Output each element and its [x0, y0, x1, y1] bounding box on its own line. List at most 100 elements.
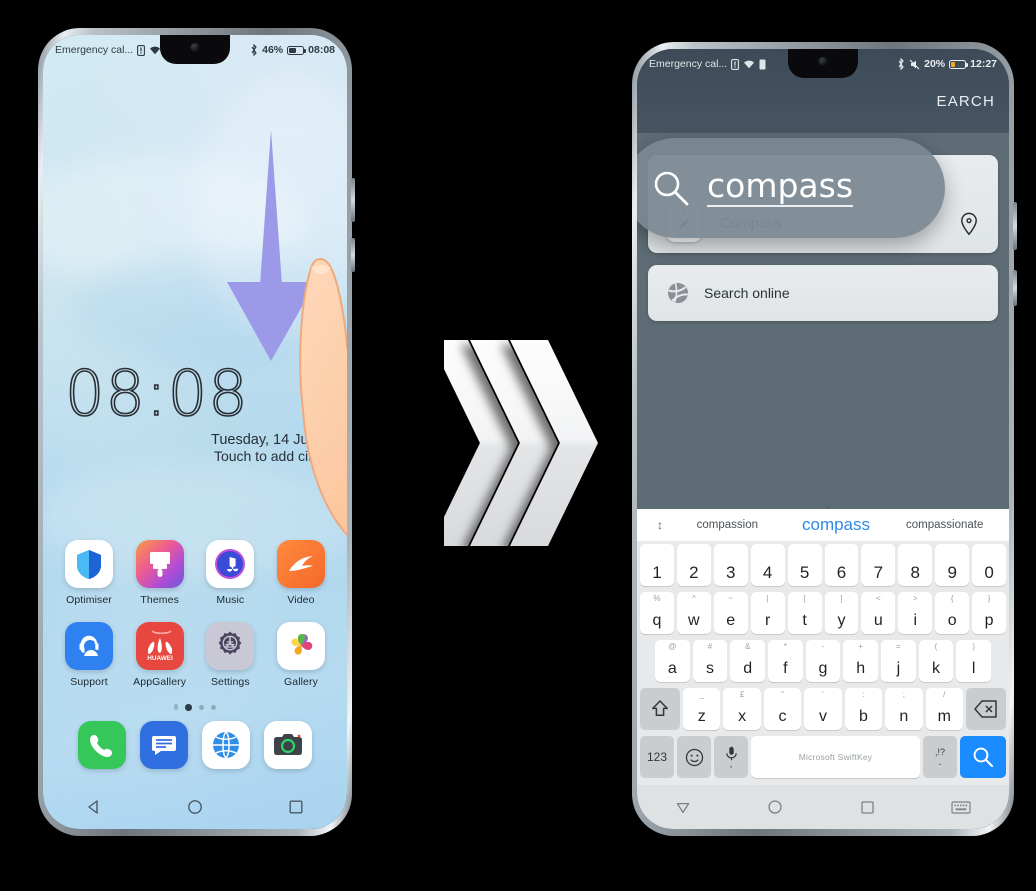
- dock-messages[interactable]: [133, 720, 195, 775]
- left-nav-bar: [43, 785, 347, 829]
- app-themes[interactable]: Themes: [128, 540, 192, 606]
- key-z[interactable]: _ z: [683, 688, 721, 730]
- app-optimiser[interactable]: Optimiser: [57, 540, 121, 606]
- key-g[interactable]: -g: [805, 640, 841, 682]
- power-button[interactable]: [351, 238, 355, 272]
- key-q[interactable]: % q: [639, 592, 674, 634]
- key-l[interactable]: ) l: [956, 640, 992, 682]
- key-u[interactable]: < u: [861, 592, 896, 634]
- prediction-2[interactable]: compassionate: [890, 519, 999, 531]
- sim-icon: [137, 44, 146, 56]
- prediction-1[interactable]: compass: [782, 515, 891, 535]
- chevron-updown-icon[interactable]: ↕: [647, 518, 673, 532]
- volume-button[interactable]: [1013, 202, 1017, 250]
- key-t[interactable]: [t: [787, 592, 822, 634]
- key-s[interactable]: # s: [692, 640, 728, 682]
- back-triangle-icon[interactable]: [675, 799, 691, 815]
- key-4[interactable]: 4: [750, 544, 785, 586]
- key-secondary-label: *: [783, 642, 787, 651]
- recents-square-icon[interactable]: [860, 800, 875, 815]
- key-label: x: [738, 708, 747, 725]
- sim2-icon: [759, 59, 766, 69]
- shift-key[interactable]: [640, 688, 680, 730]
- key-a[interactable]: @ a: [654, 640, 690, 682]
- home-circle-icon[interactable]: [187, 799, 203, 815]
- dock-phone[interactable]: [71, 720, 133, 775]
- app-settings[interactable]: Settings: [198, 622, 262, 688]
- recents-square-icon[interactable]: [288, 799, 304, 815]
- key-secondary-label: ^: [691, 594, 696, 603]
- keyboard-row-bottom: 123 , Microsoft SwiftKey ,!? .: [637, 733, 1009, 781]
- key-x[interactable]: £ x: [723, 688, 761, 730]
- keyboard-row-asdf: @ a # s & d * f - g + h = j(k) l: [637, 637, 1009, 685]
- key-secondary-label: }: [987, 594, 991, 603]
- key-h[interactable]: + h: [843, 640, 879, 682]
- right-nav-bar: [637, 785, 1009, 829]
- key-label: 4: [762, 563, 773, 582]
- numeric-key[interactable]: 123: [640, 736, 674, 778]
- key-o[interactable]: {o: [935, 592, 970, 634]
- right-phone-screen[interactable]: Emergency cal... 20% 12:27 EARCH Search …: [637, 49, 1009, 829]
- app-support[interactable]: Support: [57, 622, 121, 688]
- home-circle-icon[interactable]: [767, 799, 783, 815]
- key-j[interactable]: = j: [881, 640, 916, 682]
- app-label: Optimiser: [66, 594, 112, 606]
- page-dot[interactable]: [174, 704, 179, 711]
- key-d[interactable]: & d: [730, 640, 765, 682]
- key-secondary-label: :: [862, 690, 865, 699]
- app-gallery[interactable]: Gallery: [269, 622, 333, 688]
- key-8[interactable]: 8: [898, 544, 933, 586]
- key-e[interactable]: ~ e: [713, 592, 748, 634]
- search-query-text: compass: [707, 168, 854, 208]
- page-dot[interactable]: [198, 704, 204, 710]
- backspace-key[interactable]: [966, 688, 1006, 730]
- key-7[interactable]: 7: [861, 544, 896, 586]
- back-triangle-icon[interactable]: [86, 799, 102, 815]
- key-2[interactable]: 2: [676, 544, 711, 586]
- keyboard-icon[interactable]: [951, 800, 971, 815]
- app-music[interactable]: Music: [198, 540, 262, 606]
- key-f[interactable]: * f: [768, 640, 803, 682]
- key-r[interactable]: | r: [750, 592, 785, 634]
- key-1[interactable]: 1: [639, 544, 674, 586]
- key-n[interactable]: ; n: [885, 688, 923, 730]
- space-key[interactable]: Microsoft SwiftKey: [751, 736, 920, 778]
- left-phone-screen[interactable]: Emergency cal... 46% 08:08 08:08 Tuesday…: [43, 35, 347, 829]
- dock-browser[interactable]: [195, 720, 257, 775]
- location-pin-icon[interactable]: [958, 212, 980, 236]
- key-i[interactable]: > i: [898, 592, 933, 634]
- punctuation-key[interactable]: ,!? .: [923, 736, 957, 778]
- search-online-row[interactable]: Search online: [648, 265, 998, 321]
- key-label: i: [913, 612, 918, 629]
- key-p[interactable]: } p: [972, 592, 1007, 634]
- key-c[interactable]: " c: [763, 688, 802, 730]
- key-v[interactable]: ' v: [804, 688, 842, 730]
- prediction-0[interactable]: compassion: [673, 519, 782, 531]
- key-9[interactable]: 9: [935, 544, 970, 586]
- key-y[interactable]: ] y: [824, 592, 859, 634]
- key-3[interactable]: 3: [713, 544, 748, 586]
- app-label: Themes: [140, 594, 179, 606]
- app-appgallery[interactable]: HUAWEI AppGallery: [128, 622, 192, 688]
- dock-camera[interactable]: [257, 720, 319, 775]
- key-k[interactable]: (k: [918, 640, 954, 682]
- key-0[interactable]: 0: [972, 544, 1007, 586]
- key-label: 3: [726, 563, 736, 582]
- power-button[interactable]: [1013, 270, 1017, 306]
- key-w[interactable]: ^ w: [676, 592, 711, 634]
- key-label: s: [705, 660, 714, 677]
- mic-key[interactable]: ,: [714, 736, 748, 778]
- volume-button[interactable]: [351, 178, 355, 222]
- key-b[interactable]: :b: [844, 688, 883, 730]
- key-6[interactable]: 6: [824, 544, 859, 586]
- search-input-overlay[interactable]: compass: [637, 138, 945, 238]
- key-secondary-label: /: [943, 690, 946, 699]
- key-label: 7: [873, 563, 884, 582]
- page-dot-active[interactable]: [185, 704, 192, 711]
- emoji-key[interactable]: [677, 736, 711, 778]
- page-dot[interactable]: [210, 704, 216, 710]
- search-submit-key[interactable]: [960, 736, 1006, 778]
- key-m[interactable]: / m: [925, 688, 963, 730]
- key-secondary-label: {: [950, 594, 954, 603]
- key-5[interactable]: 5: [787, 544, 822, 586]
